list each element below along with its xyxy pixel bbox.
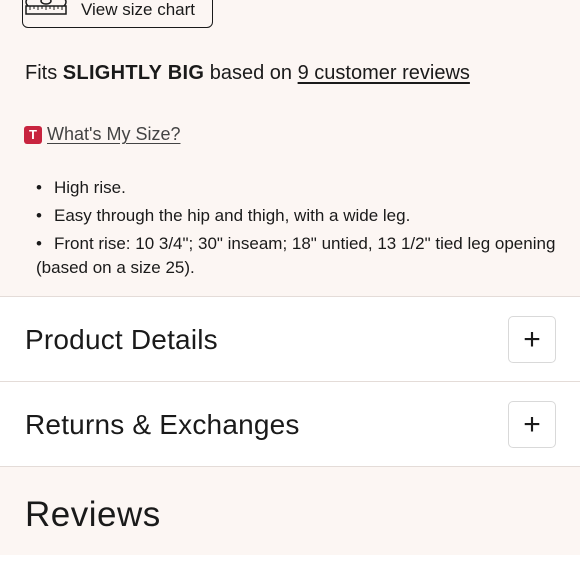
fit-panel: View size chart Fits SLIGHTLY BIG based … (0, 0, 580, 296)
reviews-heading: Reviews (25, 495, 161, 534)
expand-plus-button[interactable]: + (508, 401, 556, 448)
fit-summary: Fits SLIGHTLY BIG based on 9 customer re… (25, 62, 470, 85)
fit-verdict: SLIGHTLY BIG (62, 62, 205, 84)
reviews-section: Reviews (0, 467, 580, 555)
bullet-dot: • (36, 234, 42, 253)
expand-plus-button[interactable]: + (508, 316, 556, 363)
fit-prefix: Fits (25, 62, 58, 84)
product-fit-details-list: High rise. Easy through the hip and thig… (36, 176, 556, 284)
tape-measure-icon (25, 0, 67, 15)
detail-item: • Front rise: 10 3/4"; 30" inseam; 18" un… (36, 232, 556, 280)
detail-item: High rise. (36, 176, 556, 200)
accordion-title: Returns & Exchanges (25, 409, 300, 440)
detail-item: Easy through the hip and thigh, with a w… (36, 204, 556, 228)
view-size-chart-label: View size chart (81, 0, 196, 19)
view-size-chart-button[interactable]: View size chart (22, 0, 213, 28)
whats-my-size-link[interactable]: What's My Size? (47, 124, 180, 145)
true-fit-badge-icon: T (24, 125, 42, 144)
detail-item-text: Front rise: 10 3/4"; 30" inseam; 18" unt… (36, 234, 556, 277)
fit-middle-text: based on (209, 62, 293, 84)
accordion-returns-exchanges[interactable]: Returns & Exchanges + (0, 382, 580, 466)
customer-reviews-link[interactable]: 9 customer reviews (298, 62, 470, 84)
accordion-title: Product Details (25, 324, 218, 355)
whats-my-size-row[interactable]: T What's My Size? (24, 124, 180, 145)
accordion-product-details[interactable]: Product Details + (0, 297, 580, 381)
